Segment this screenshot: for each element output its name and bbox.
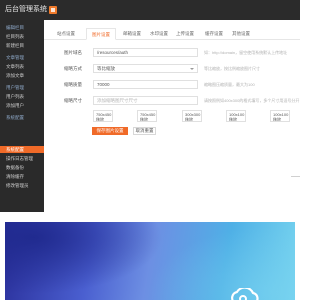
field-hint: 等比缩放，按比例缩放图片尺寸: [204, 66, 260, 71]
app-title: 后台管理系统: [5, 6, 47, 13]
field-label: 图片域名: [64, 50, 82, 55]
size-remove[interactable]: 移除: [96, 117, 110, 121]
select-value: 等比缩放: [97, 66, 115, 71]
tab-upload[interactable]: 上传设置: [176, 28, 194, 39]
size-remove[interactable]: 移除: [273, 117, 287, 121]
tab-watermark[interactable]: 水印设置: [150, 28, 168, 39]
reset-button[interactable]: 取消重置: [133, 127, 156, 135]
tab-email[interactable]: 邮箱设置: [123, 28, 141, 39]
sidebar-item-backup[interactable]: 数据备份: [0, 164, 44, 171]
sidebar-item-add-user[interactable]: 添加用户: [0, 102, 44, 109]
tab-image[interactable]: 图片设置: [86, 28, 116, 40]
size-chip[interactable]: 300x300 移除: [182, 110, 202, 122]
tab-other[interactable]: 其他设置: [232, 28, 250, 39]
cloud-logo-icon: [231, 288, 259, 300]
thumb-size-input[interactable]: 添加缩略图尺寸尺寸: [93, 96, 198, 105]
image-domain-input[interactable]: /resources/auth: [93, 48, 198, 57]
admin-app: 后台管理系统 编辑栏目 栏目列表 新建栏目 文章管理 文章列表 添加文章 用户管…: [0, 0, 300, 212]
sidebar-item-admin[interactable]: 修改管理员: [0, 182, 44, 189]
panel-edge-divider: [291, 176, 300, 177]
field-hint: 请按照例如400x300的格式填写，多个尺寸用逗号分开: [204, 98, 300, 103]
field-label: 缩略方式: [64, 66, 82, 71]
sidebar-group-columns[interactable]: 编辑栏目: [0, 24, 44, 31]
sidebar: 编辑栏目 栏目列表 新建栏目 文章管理 文章列表 添加文章 用户管理 用户列表 …: [0, 20, 44, 212]
save-image-settings-button[interactable]: 保存图片设置: [92, 127, 128, 135]
sidebar-item-column-list[interactable]: 栏目列表: [0, 33, 44, 40]
field-hint: 如：http://domain，留空使用系统默认上传地址: [204, 50, 288, 55]
tab-cache[interactable]: 缓存设置: [205, 28, 223, 39]
main-panel: 站点设置 图片设置 邮箱设置 水印设置 上传设置 缓存设置 其他设置 图片域名 …: [44, 20, 300, 212]
sidebar-item-new-column[interactable]: 新建栏目: [0, 42, 44, 49]
sidebar-item-article-list[interactable]: 文章列表: [0, 63, 44, 70]
sidebar-group-users[interactable]: 用户管理: [0, 84, 44, 91]
tab-site[interactable]: 站点设置: [57, 28, 75, 39]
thumb-quality-input[interactable]: 70000: [93, 80, 198, 89]
sidebar-item-system-config[interactable]: 系统配置: [0, 146, 44, 153]
size-chip[interactable]: 750x450 移除: [93, 110, 113, 122]
sidebar-group-system[interactable]: 系统配置: [0, 114, 44, 121]
brand-badge-icon[interactable]: [49, 6, 57, 14]
chevron-down-icon: [190, 68, 194, 70]
sidebar-group-articles[interactable]: 文章管理: [0, 54, 44, 61]
field-label: 缩略尺寸: [64, 98, 82, 103]
sidebar-item-user-list[interactable]: 用户列表: [0, 93, 44, 100]
size-chip[interactable]: 750x450 移除: [137, 110, 157, 122]
sidebar-item-logs[interactable]: 操作日志管理: [0, 155, 44, 162]
size-chip[interactable]: 100x100 移除: [270, 110, 290, 122]
size-remove[interactable]: 移除: [229, 117, 243, 121]
sidebar-item-add-article[interactable]: 添加文章: [0, 72, 44, 79]
field-label: 缩略质量: [64, 82, 82, 87]
thumb-mode-select[interactable]: 等比缩放: [93, 64, 198, 73]
size-remove[interactable]: 移除: [185, 117, 199, 121]
sidebar-item-cache[interactable]: 清除缓存: [0, 173, 44, 180]
top-bar: 后台管理系统: [0, 0, 300, 20]
field-hint: 缩略图压缩质量，最大为100: [204, 82, 255, 87]
size-chip[interactable]: 100x100 移除: [226, 110, 246, 122]
settings-tabs: 站点设置 图片设置 邮箱设置 水印设置 上传设置 缓存设置 其他设置: [44, 28, 300, 40]
size-remove[interactable]: 移除: [140, 117, 154, 121]
